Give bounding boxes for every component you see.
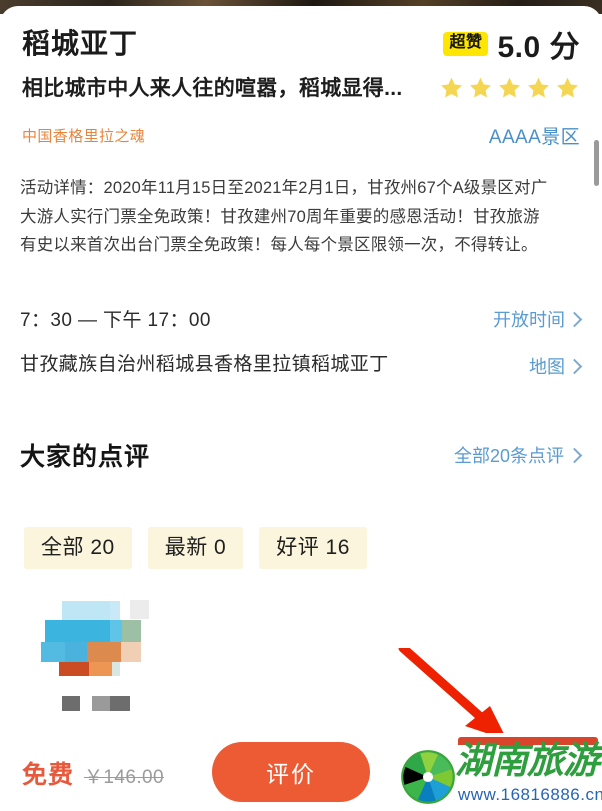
- tagline-row: 相比城市中人来人往的喧嚣，稻城显得...: [22, 72, 580, 102]
- reviews-section-title: 大家的点评: [20, 443, 151, 471]
- review-filter-chip[interactable]: 全部 20: [24, 527, 132, 570]
- review-filter-chip[interactable]: 最新 0: [147, 527, 244, 570]
- watermark: 湖南旅游 www.16816886.cn: [400, 735, 602, 807]
- page-title: 稻城亚丁: [22, 27, 139, 59]
- opening-hours-link-label: 开放时间: [493, 310, 565, 330]
- all-reviews-link[interactable]: 全部20条点评: [453, 442, 583, 468]
- star-icon: [470, 77, 491, 97]
- chevron-right-icon: [566, 358, 583, 375]
- map-link[interactable]: 地图: [529, 353, 583, 379]
- address-value: 甘孜藏族自治州稻城县香格里拉镇稻城亚丁: [20, 354, 389, 375]
- address-row[interactable]: 甘孜藏族自治州稻城县香格里拉镇稻城亚丁 地图: [20, 350, 583, 379]
- poi-subtitle: 中国香格里拉之魂: [22, 128, 146, 145]
- price-original: ￥146.00: [84, 767, 164, 788]
- watermark-url: www.16816886.cn: [458, 785, 602, 804]
- review-filter-chip[interactable]: 好评 16: [259, 527, 367, 570]
- chevron-right-icon: [566, 311, 583, 327]
- all-reviews-label: 全部20条点评: [453, 446, 564, 466]
- review-button[interactable]: 评价: [212, 742, 370, 802]
- pinwheel-logo-icon: [401, 750, 455, 804]
- scenic-level-tag: AAAA景区: [488, 127, 580, 148]
- poi-tagline: 相比城市中人来人往的喧嚣，稻城显得...: [22, 77, 403, 100]
- subtitle-row: 中国香格里拉之魂 AAAA景区: [22, 122, 580, 149]
- price-block: 免费 ￥146.00: [22, 755, 164, 791]
- map-link-label: 地图: [529, 357, 565, 378]
- opening-hours-link[interactable]: 开放时间: [493, 306, 583, 332]
- poi-header: 稻城亚丁 超赞 5.0 分: [22, 22, 580, 66]
- opening-hours-row[interactable]: 7：30 — 下午 17：00 开放时间: [20, 306, 583, 335]
- watermark-brand: 湖南旅游: [455, 741, 600, 782]
- review-filter-chips: 全部 20 最新 0 好评 16: [24, 527, 367, 570]
- star-icon: [557, 77, 578, 97]
- rating-stars: [439, 75, 580, 100]
- star-icon: [499, 77, 520, 97]
- activity-description: 活动详情：2020年11月15日至2021年2月1日，甘孜州67个A级景区对广大…: [20, 179, 548, 255]
- rating-score: 5.0 分: [497, 31, 580, 64]
- price-free-label: 免费: [22, 761, 75, 789]
- star-icon: [528, 77, 549, 97]
- vertical-scrollbar[interactable]: [594, 140, 599, 186]
- chevron-right-icon: [566, 447, 583, 463]
- star-icon: [441, 77, 462, 97]
- rating-cluster: 超赞 5.0 分: [443, 22, 580, 66]
- opening-hours-value: 7：30 — 下午 17：00: [20, 310, 211, 331]
- status-badge: 超赞: [443, 32, 489, 56]
- reviews-header: 大家的点评 全部20条点评: [20, 437, 583, 473]
- app-screen: 稻城亚丁 超赞 5.0 分 相比城市中人来人往的喧嚣，稻城显得... 中国香格里…: [0, 0, 602, 811]
